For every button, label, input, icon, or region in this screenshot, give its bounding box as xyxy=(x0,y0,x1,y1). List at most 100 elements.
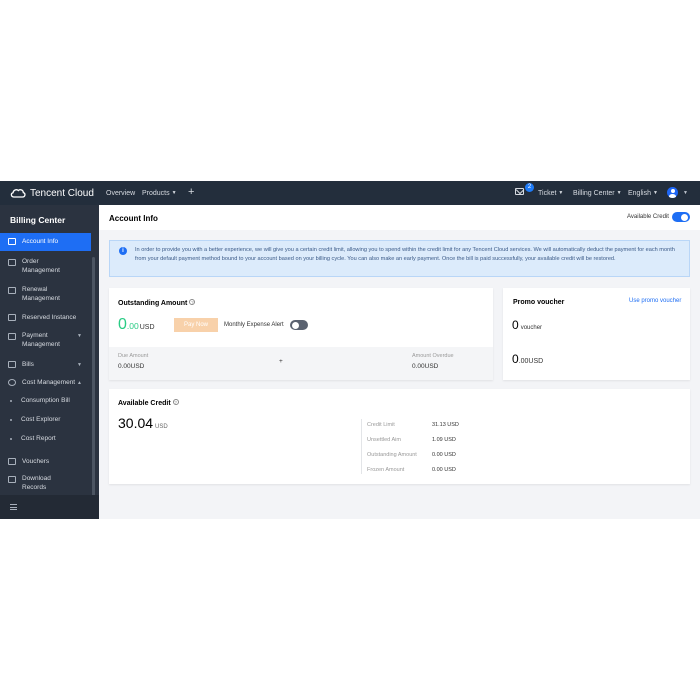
document-icon xyxy=(8,259,16,266)
chevron-down-icon[interactable]: ▼ xyxy=(683,190,688,196)
sidebar-item-account-info[interactable]: Account Info xyxy=(0,233,91,251)
page-title: Account Info xyxy=(109,214,158,223)
voucher-amount: 0 .00USD xyxy=(512,352,543,366)
user-avatar-icon[interactable] xyxy=(667,187,678,198)
cost-icon xyxy=(8,379,16,386)
sidebar-item-renewal-management[interactable]: Renewal Management xyxy=(0,285,91,307)
nav-billing-center-label: Billing Center xyxy=(573,189,615,197)
outstanding-amount-value: 0 .00 USD xyxy=(118,316,155,334)
info-notice: i In order to provide you with a better … xyxy=(109,240,690,277)
cloud-logo-icon xyxy=(10,189,26,198)
info-icon: i xyxy=(119,247,127,255)
pay-now-button[interactable]: Pay Now xyxy=(174,318,218,332)
sidebar-item-download-records[interactable]: Download Records xyxy=(0,474,91,496)
help-icon[interactable]: ? xyxy=(189,299,196,305)
outstanding-amount-int: 0 xyxy=(118,316,127,333)
notice-text: In order to provide you with a better ex… xyxy=(135,247,675,262)
sidebar-item-label: Order Management xyxy=(22,258,60,274)
download-icon xyxy=(8,476,16,483)
sidebar-scrollbar[interactable] xyxy=(92,257,95,512)
help-icon[interactable]: ? xyxy=(172,399,179,405)
outstanding-amount-title-text: Outstanding Amount xyxy=(118,300,188,307)
available-credit-title-text: Available Credit xyxy=(118,400,171,407)
renewal-icon xyxy=(8,287,16,294)
top-navbar: Tencent Cloud Overview Products ▼ + 2 Tic… xyxy=(0,181,700,205)
bullet-icon xyxy=(10,419,12,421)
page-header: Account Info Available Credit xyxy=(99,205,700,230)
frozen-amount-label: Frozen Amount xyxy=(367,467,405,473)
available-credit-toggle-label: Available Credit xyxy=(627,214,669,220)
nav-ticket-label: Ticket xyxy=(538,189,557,197)
unsettled-aim-label: Unsettled Aim xyxy=(367,437,401,443)
sidebar-item-cost-management[interactable]: Cost Management ▲ xyxy=(0,377,91,389)
sidebar-item-label: Vouchers xyxy=(22,458,50,465)
nav-overview[interactable]: Overview xyxy=(106,181,135,205)
nav-products-label: Products xyxy=(142,189,170,197)
sidebar-item-order-management[interactable]: Order Management xyxy=(0,257,91,279)
nav-language[interactable]: English ▼ xyxy=(628,181,658,205)
message-count-badge: 2 xyxy=(525,183,534,192)
available-credit-value: 30.04 USD xyxy=(118,415,168,431)
outstanding-amount-label: Outstanding Amount xyxy=(367,452,417,458)
voucher-amount-unit: .00USD xyxy=(518,358,544,365)
voucher-count-unit: voucher xyxy=(520,325,543,331)
voucher-count-value: 0 xyxy=(512,318,519,332)
sidebar-item-label: Consumption Bill xyxy=(21,397,70,404)
collapse-menu-icon[interactable] xyxy=(10,504,17,510)
nav-billing-center[interactable]: Billing Center ▼ xyxy=(573,181,622,205)
voucher-icon xyxy=(8,458,16,465)
chevron-down-icon: ▼ xyxy=(652,190,658,196)
chevron-down-icon: ▼ xyxy=(77,362,82,368)
nav-language-label: English xyxy=(628,189,651,197)
bullet-icon xyxy=(10,438,12,440)
outstanding-amount-row-value: 0.00 USD xyxy=(432,452,456,458)
promo-voucher-title: Promo voucher xyxy=(513,299,565,306)
sidebar-item-consumption-bill[interactable]: Consumption Bill xyxy=(0,395,91,407)
chevron-down-icon: ▼ xyxy=(558,190,564,196)
sidebar-item-label: Account Info xyxy=(22,238,59,245)
bullet-icon xyxy=(10,400,12,402)
voucher-amount-value: 0 xyxy=(512,352,519,366)
sidebar-item-reserved-instance[interactable]: Reserved Instance xyxy=(0,312,91,324)
chevron-up-icon: ▲ xyxy=(77,380,82,386)
sidebar-item-label: Cost Management xyxy=(22,379,76,386)
payment-icon xyxy=(8,333,16,340)
billing-app: Tencent Cloud Overview Products ▼ + 2 Tic… xyxy=(0,181,700,519)
sidebar-item-payment-management[interactable]: Payment Management ▼ xyxy=(0,331,91,353)
due-amount-label: Due Amount xyxy=(118,353,149,359)
unsettled-aim-value: 1.09 USD xyxy=(432,437,456,443)
chevron-down-icon: ▼ xyxy=(171,190,177,196)
nav-products[interactable]: Products ▼ xyxy=(142,181,177,205)
sidebar-item-label: Download Records xyxy=(22,475,51,491)
frozen-amount-value: 0.00 USD xyxy=(432,467,456,473)
available-credit-unit: USD xyxy=(155,424,168,430)
nav-ticket[interactable]: Ticket ▼ xyxy=(538,181,563,205)
tencent-cloud-logo[interactable]: Tencent Cloud xyxy=(10,186,94,200)
sidebar-item-label: Bills xyxy=(22,361,34,368)
grid-icon xyxy=(8,238,16,245)
add-shortcut-icon[interactable]: + xyxy=(188,186,194,198)
credit-limit-value: 31.13 USD xyxy=(432,422,459,428)
available-credit-toggle[interactable] xyxy=(672,212,690,222)
sidebar-item-label: Payment Management xyxy=(22,332,60,348)
sidebar-footer xyxy=(0,495,99,519)
use-promo-voucher-link[interactable]: Use promo voucher xyxy=(629,298,681,304)
sidebar-item-label: Cost Explorer xyxy=(21,416,61,423)
available-credit-title: Available Credit? xyxy=(118,399,179,407)
sidebar-item-cost-explorer[interactable]: Cost Explorer xyxy=(0,414,91,426)
mail-icon[interactable] xyxy=(515,188,524,195)
sidebar-item-bills[interactable]: Bills ▼ xyxy=(0,359,91,371)
plus-sign: + xyxy=(279,358,283,365)
sidebar-title: Billing Center xyxy=(10,215,66,225)
sidebar-item-cost-report[interactable]: Cost Report xyxy=(0,433,91,445)
voucher-count: 0 voucher xyxy=(512,318,542,332)
monthly-expense-alert-label: Monthly Expense Alert xyxy=(224,322,284,328)
monthly-expense-alert-toggle[interactable] xyxy=(290,320,308,330)
nav-overview-label: Overview xyxy=(106,189,136,197)
amount-overdue-label: Amount Overdue xyxy=(412,353,454,359)
brand-name: Tencent Cloud xyxy=(30,187,94,199)
credit-limit-label: Credit Limit xyxy=(367,422,395,428)
sidebar-item-vouchers[interactable]: Vouchers xyxy=(0,456,91,468)
bill-icon xyxy=(8,361,16,368)
sidebar: Billing Center Account Info Order Manage… xyxy=(0,205,99,519)
